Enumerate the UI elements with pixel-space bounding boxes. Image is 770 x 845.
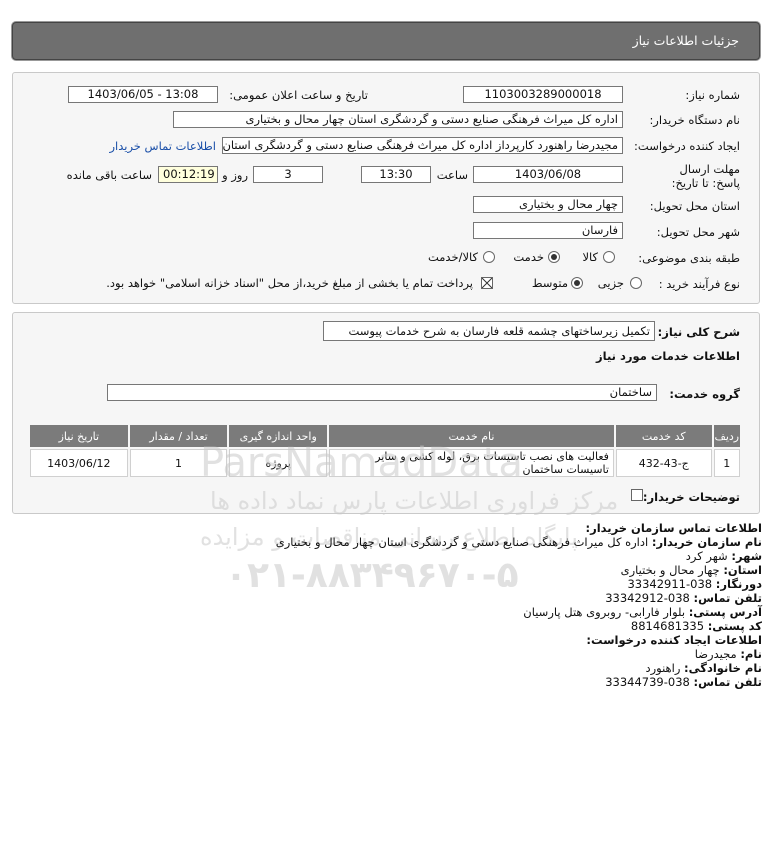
buyer-org-field[interactable]: اداره کل میراث فرهنگی صنایع دستی و گردشگ… [173,111,623,128]
table-header-row: ردیف کد خدمت نام خدمت واحد اندازه گیری ت… [30,425,740,447]
contact-postal: کد پستی: 8814681335 [630,619,762,633]
contact-title: اطلاعات تماس سازمان خریدار: [585,521,762,535]
row-number: 1 [713,449,740,477]
need-number-label: شماره نیاز: [685,88,740,102]
treasury-checkbox[interactable] [481,277,493,289]
category-service-label: خدمت [513,250,544,264]
announce-field[interactable]: 1403/06/05 - 13:08 [68,86,218,103]
service-code: ج-43-432 [615,449,712,477]
need-info-panel [12,72,760,304]
buyer-org-label: نام دستگاه خریدار: [649,113,740,127]
creator-phone: تلفن تماس: 038-33344739 [605,675,762,689]
contact-phone: تلفن تماس: 038-33342912 [605,591,762,605]
services-table: ردیف کد خدمت نام خدمت واحد اندازه گیری ت… [28,423,742,479]
process-minor-label: جزیی [597,276,624,290]
category-goods-service-label: کالا/خدمت [427,250,478,264]
process-medium-label: متوسط [531,276,568,290]
deadline-time-label: ساعت [436,168,468,182]
creator-field[interactable]: مجیدرضا راهنورد کارپرداز اداره کل میراث … [222,137,623,154]
col-code-header: کد خدمت [615,425,712,447]
buyer-notes-label: توضیحات خریدار: [642,490,740,504]
col-unit-header: واحد اندازه گیری [229,425,328,447]
province-label: استان محل تحویل: [649,199,740,213]
contact-fax: دورنگار: 038-33342911 [627,577,762,591]
deadline-label: مهلت ارسال پاسخ: تا تاریخ: [671,162,740,190]
summary-panel [12,312,760,514]
province-field[interactable]: چهار محال و بختیاری [473,196,623,213]
page-title: جزئیات اطلاعات نیاز [632,33,739,48]
service-group-label: گروه خدمت: [669,387,740,401]
creator-label: ایجاد کننده درخواست: [634,139,740,153]
service-group-field[interactable]: ساختمان [107,384,657,401]
service-name: فعالیت های نصب تاسیسات برق، لوله کشی و س… [329,449,614,477]
need-number-field[interactable]: 1103003289000018 [463,86,623,103]
creator-family: نام خانوادگی: راهنورد [645,661,762,675]
buyer-notes-checkbox[interactable] [631,489,643,501]
process-minor-radio[interactable] [630,277,642,289]
summary-field[interactable]: تکمیل زیرساختهای چشمه قلعه فارسان به شرح… [323,321,655,341]
creator-name: نام: مجیدرضا [694,647,762,661]
unit: پروژه [229,449,328,477]
city-label: شهر محل تحویل: [656,225,740,239]
treasury-note: پرداخت تمام یا بخشی از مبلغ خرید،از محل … [106,276,473,290]
deadline-days-field[interactable]: 3 [253,166,323,183]
deadline-days-label: روز و [222,168,248,182]
contact-province: استان: چهار محال و بختیاری [620,563,762,577]
category-service-radio[interactable] [548,251,560,263]
city-field[interactable]: فارسان [473,222,623,239]
contact-address: آدرس پستی: بلوار فارابی- روبروی هتل پارس… [523,605,762,619]
watermark-phone: ۰۲۱-۸۸۳۴۹۶۷۰-۵ [225,555,519,596]
quantity: 1 [129,449,228,477]
need-date: 1403/06/12 [30,449,128,477]
contact-city: شهر: شهر کرد [685,549,762,563]
deadline-time-field[interactable]: 13:30 [361,166,431,183]
table-row: 1 ج-43-432 فعالیت های نصب تاسیسات برق، ل… [30,449,740,477]
category-goods-radio[interactable] [603,251,615,263]
category-label: طبقه بندی موضوعی: [638,251,740,265]
services-title: اطلاعات خدمات مورد نیاز [596,349,740,363]
col-name-header: نام خدمت [329,425,614,447]
remaining-time-field: 00:12:19 [158,166,218,183]
creator-title: اطلاعات ایجاد کننده درخواست: [586,633,762,647]
summary-label: شرح کلی نیاز: [657,325,740,339]
deadline-date-field[interactable]: 1403/06/08 [473,166,623,183]
category-goods-label: کالا [582,250,598,264]
col-row-header: ردیف [713,425,740,447]
remaining-time-label: ساعت باقی مانده [66,168,152,182]
process-label: نوع فرآیند خرید : [658,277,740,291]
page-header: جزئیات اطلاعات نیاز [12,22,760,60]
col-qty-header: تعداد / مقدار [129,425,228,447]
buyer-contact-link[interactable]: اطلاعات تماس خریدار [109,139,216,153]
category-goods-service-radio[interactable] [483,251,495,263]
contact-org: نام سازمان خریدار: اداره کل میراث فرهنگی… [275,535,762,549]
col-date-header: تاریخ نیاز [30,425,128,447]
announce-label: تاریخ و ساعت اعلان عمومی: [229,88,368,102]
process-medium-radio[interactable] [571,277,583,289]
